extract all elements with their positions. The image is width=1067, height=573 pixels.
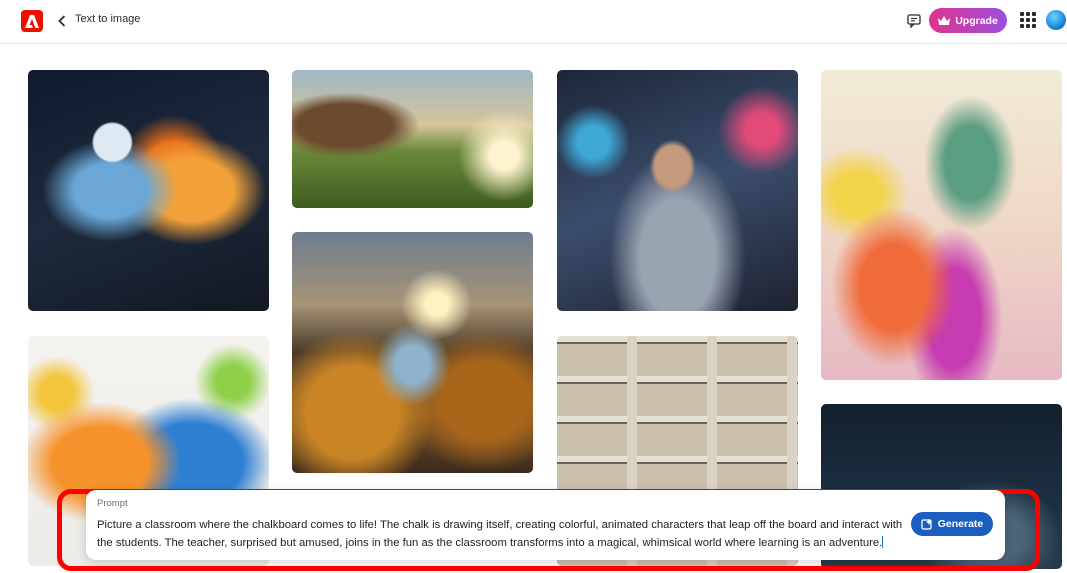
page-title: Text to image <box>75 13 141 25</box>
prompt-panel: Prompt Picture a classroom where the cha… <box>86 490 1005 560</box>
gallery-image-hummingbird[interactable] <box>821 70 1062 380</box>
gallery-image-phoenix-birds[interactable] <box>28 70 269 311</box>
upgrade-button[interactable]: Upgrade <box>929 8 1007 33</box>
gallery-image-cabin-meadow[interactable] <box>292 70 533 208</box>
gallery-image-sunset-landscape[interactable] <box>292 232 533 473</box>
gallery-image-woman-city[interactable] <box>557 70 798 311</box>
generate-icon <box>921 519 932 530</box>
app-switcher-icon[interactable] <box>1020 12 1036 28</box>
feedback-icon[interactable] <box>904 11 924 31</box>
prompt-label: Prompt <box>97 498 128 509</box>
adobe-logo-icon[interactable] <box>21 10 43 32</box>
upgrade-label: Upgrade <box>955 14 998 27</box>
crown-icon <box>938 16 951 25</box>
generate-button[interactable]: Generate <box>911 512 993 536</box>
avatar[interactable] <box>1046 10 1066 30</box>
prompt-text: Picture a classroom where the chalkboard… <box>97 519 903 549</box>
prompt-input[interactable]: Picture a classroom where the chalkboard… <box>97 516 907 552</box>
top-bar: Text to image Upgrade <box>0 0 1067 44</box>
generate-label: Generate <box>937 518 984 530</box>
back-chevron-icon[interactable] <box>54 11 70 31</box>
text-caret <box>882 536 884 548</box>
